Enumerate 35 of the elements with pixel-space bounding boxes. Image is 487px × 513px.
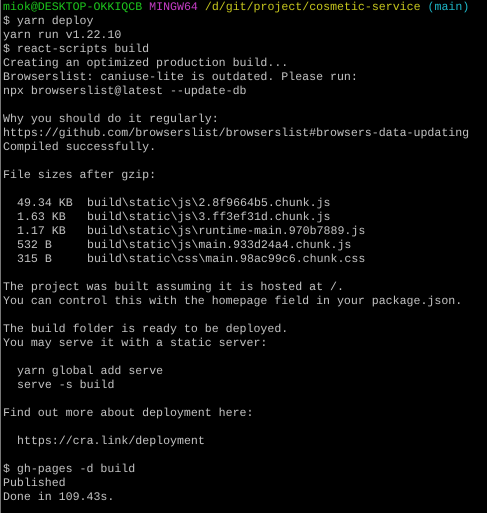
file-size: 315 B [17, 253, 53, 267]
file-path: build\static\js\runtime-main.970b7889.js [87, 225, 366, 239]
output-line: The build folder is ready to be deployed. [3, 323, 288, 337]
output-line: Done in 109.43s. [3, 491, 114, 505]
output-line: npx browserslist@latest --update-db [3, 85, 247, 99]
file-size: 49.34 KB [17, 197, 74, 211]
file-path: build\static\js\main.933d24a4.chunk.js [87, 239, 352, 253]
file-path: build\static\css\main.98ac99c6.chunk.css [87, 253, 366, 267]
output-line: yarn run v1.22.10 [3, 29, 122, 43]
output-line: $ yarn deploy [3, 15, 94, 29]
output-line: https://cra.link/deployment [17, 435, 205, 449]
file-path: build\static\js\3.ff3ef31d.chunk.js [87, 211, 331, 225]
prompt-text: miok@DESKTOP-OKKIQCB [3, 1, 142, 15]
output-line: $ gh-pages -d build [3, 463, 136, 477]
output-line: Browserslist: caniuse-lite is outdated. Please run: [3, 71, 358, 85]
output-line: $ react-scripts build [3, 43, 150, 57]
output-line: https://github.com/browserslist/browserslist#browsers-data-updating [3, 127, 470, 141]
prompt-text: (main) [428, 1, 470, 15]
prompt-text: /d/git/project/cosmetic-service [204, 1, 421, 15]
output-line: Why you should do it regularly: [3, 113, 219, 127]
output-line: File sizes after gzip: [3, 169, 156, 183]
prompt-text: MINGW64 [149, 1, 198, 15]
output-line: Creating an optimized production build... [3, 57, 288, 71]
output-line: Compiled successfully. [3, 141, 156, 155]
output-line: You can control this with the homepage field in your package.json. [3, 295, 462, 309]
output-line: The project was built assuming it is hosted at /. [3, 281, 344, 295]
file-size: 532 B [17, 239, 53, 253]
output-line: serve -s build [17, 379, 114, 393]
output-line: You may serve it with a static server: [3, 337, 268, 351]
output-line: Published [3, 477, 66, 491]
file-size: 1.17 KB [17, 225, 67, 239]
file-size: 1.63 KB [17, 211, 67, 225]
output-line: Find out more about deployment here: [3, 407, 254, 421]
file-path: build\static\js\2.8f9664b5.chunk.js [87, 197, 331, 211]
output-line: yarn global add serve [17, 365, 164, 379]
